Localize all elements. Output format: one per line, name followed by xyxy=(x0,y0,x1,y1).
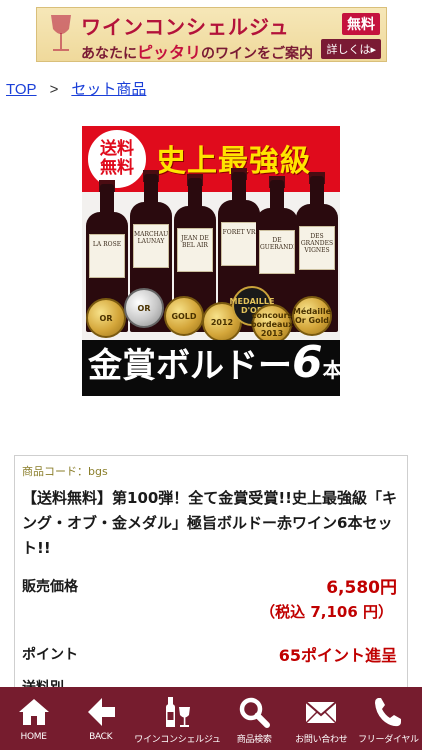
wine-bottle-glass-icon xyxy=(166,697,191,727)
gold-medal: OR xyxy=(86,298,126,338)
product-code: 商品コード：bgs xyxy=(22,465,108,478)
nav-search[interactable]: 商品検索 xyxy=(221,687,288,750)
bottle-label: JEAN DE BEL AIR xyxy=(177,228,213,272)
price-value: 6,580円 xyxy=(326,578,397,598)
image-bottom-band: 金賞ボルドー6本 xyxy=(82,337,340,396)
breadcrumb-category-link[interactable]: セット商品 xyxy=(71,81,146,98)
nav-concierge-label: ワインコンシェルジュ xyxy=(134,735,221,745)
banner-subtitle-suffix: のワインをご案内 xyxy=(201,46,314,62)
search-icon xyxy=(239,697,271,728)
breadcrumb: TOP > セット商品 xyxy=(6,78,146,99)
breadcrumb-separator: > xyxy=(49,81,59,98)
bottle-label: LA ROSE xyxy=(89,234,125,278)
banner-subtitle-highlight: ピッタリ xyxy=(137,43,202,62)
product-info-box: 商品コード：bgs 【送料無料】第100弾！全て金賞受賞!!史上最強級「キング・… xyxy=(14,455,408,696)
point-label: ポイント xyxy=(22,647,78,663)
nav-home-label: HOME xyxy=(20,732,47,742)
concierge-banner[interactable]: ワインコンシェルジュ 無料 あなたにピッタリのワインをご案内 詳しくは▸ xyxy=(36,7,387,62)
nav-concierge[interactable]: ワインコンシェルジュ xyxy=(134,687,221,750)
bottom-nav: HOME BACK ワインコンシェルジュ 商品検索 お問い合わせ フリーダイヤル xyxy=(0,687,422,750)
bottle-label: DES GRANDES VIGNES xyxy=(299,226,335,270)
breadcrumb-top-link[interactable]: TOP xyxy=(6,81,37,98)
price-with-tax: （税込 7,106 円） xyxy=(260,603,393,621)
banner-subtitle: あなたにピッタリのワインをご案内 xyxy=(81,39,314,62)
bottle-label: DE GUERANDE xyxy=(259,230,295,274)
silver-medal: OR xyxy=(124,288,164,328)
nav-home[interactable]: HOME xyxy=(0,687,67,750)
nav-contact[interactable]: お問い合わせ xyxy=(288,687,355,750)
free-badge: 無料 xyxy=(342,13,380,35)
mail-icon xyxy=(305,701,337,724)
home-icon xyxy=(18,699,49,725)
bottle-label: MARCHAU-LAUNAY xyxy=(133,224,169,268)
banner-subtitle-prefix: あなたに xyxy=(81,46,137,62)
product-image[interactable]: 送料無料 史上最強級 LA ROSE MARCHAU-LAUNAY JEAN D… xyxy=(82,126,340,396)
gold-award-unit: 本 xyxy=(322,358,340,382)
nav-freedial[interactable]: フリーダイヤル xyxy=(355,687,422,750)
gold-award-number: 6 xyxy=(292,337,323,388)
banner-title: ワインコンシェルジュ xyxy=(81,15,290,39)
nav-contact-label: お問い合わせ xyxy=(295,735,348,745)
gold-award-label: 金賞ボルドー xyxy=(88,346,292,386)
bottle-label: FORET VR xyxy=(221,222,257,266)
phone-icon xyxy=(375,698,402,727)
gold-award-text: 金賞ボルドー6本 xyxy=(88,337,340,388)
price-label: 販売価格 xyxy=(22,579,78,595)
gold-medal: GOLD xyxy=(164,296,204,336)
nav-back[interactable]: BACK xyxy=(67,687,134,750)
nav-search-label: 商品検索 xyxy=(236,735,272,745)
nav-back-label: BACK xyxy=(89,732,113,742)
point-value: 65ポイント進呈 xyxy=(278,646,397,665)
banner-detail-button[interactable]: 詳しくは▸ xyxy=(321,39,381,59)
product-title: 【送料無料】第100弾！全て金賞受賞!!史上最強級「キング・オブ・金メダル」極旨… xyxy=(22,489,397,557)
back-arrow-icon xyxy=(87,698,115,726)
nav-freedial-label: フリーダイヤル xyxy=(358,735,419,745)
wine-glass-icon xyxy=(51,15,71,51)
gold-medal: Médaille Or Gold xyxy=(292,296,332,336)
